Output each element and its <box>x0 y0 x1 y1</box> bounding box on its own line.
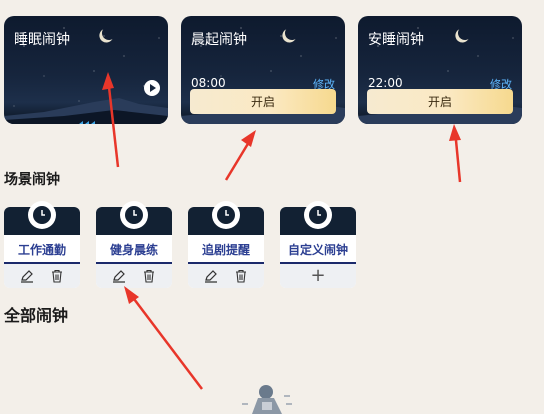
scene-name: 追剧提醒 <box>201 243 250 257</box>
clock-icon <box>304 201 332 229</box>
bedtime-alarm-card: 安睡闹钟 22:00 修改 开启 <box>358 16 522 124</box>
scene-card-actions: + <box>280 264 356 288</box>
mountain-silhouette <box>4 98 168 124</box>
alarm-time: 08:00 <box>191 76 226 90</box>
scene-card-tv-reminder[interactable]: 追剧提醒 <box>188 201 264 288</box>
trash-icon[interactable] <box>234 269 248 283</box>
enable-button[interactable]: 开启 <box>190 89 336 114</box>
scene-card-actions <box>4 264 80 288</box>
clock-icon <box>28 201 56 229</box>
clock-icon <box>212 201 240 229</box>
play-icon[interactable] <box>144 80 160 96</box>
edit-icon[interactable] <box>204 269 218 283</box>
morning-alarm-card: 晨起闹钟 08:00 修改 开启 <box>181 16 345 124</box>
scene-card-custom[interactable]: 自定义闹钟 + <box>280 201 356 288</box>
scene-name: 自定义闹钟 <box>287 243 348 257</box>
scene-card-workout[interactable]: 健身晨练 <box>96 201 172 288</box>
card-title: 安睡闹钟 <box>368 32 424 48</box>
scene-card-commute[interactable]: 工作通勤 <box>4 201 80 288</box>
enable-button[interactable]: 开启 <box>367 89 513 114</box>
edit-icon[interactable] <box>20 269 34 283</box>
scene-card-actions <box>188 264 264 288</box>
trash-icon[interactable] <box>142 269 156 283</box>
alarm-time: 22:00 <box>368 76 403 90</box>
sound-wave-icon <box>79 121 95 124</box>
edit-icon[interactable] <box>112 269 126 283</box>
card-title: 晨起闹钟 <box>191 32 247 48</box>
clock-icon <box>120 201 148 229</box>
plus-icon[interactable]: + <box>310 267 325 285</box>
scene-name: 健身晨练 <box>109 243 158 257</box>
sleep-alarm-card[interactable]: 睡眠闹钟 <box>4 16 168 124</box>
all-alarms-heading: 全部闹钟 <box>4 306 69 325</box>
scene-card-actions <box>96 264 172 288</box>
card-title: 睡眠闹钟 <box>14 32 70 48</box>
scene-name: 工作通勤 <box>17 243 66 257</box>
scene-alarm-heading: 场景闹钟 <box>4 172 60 188</box>
empty-state-illustration <box>242 385 292 414</box>
trash-icon[interactable] <box>50 269 64 283</box>
